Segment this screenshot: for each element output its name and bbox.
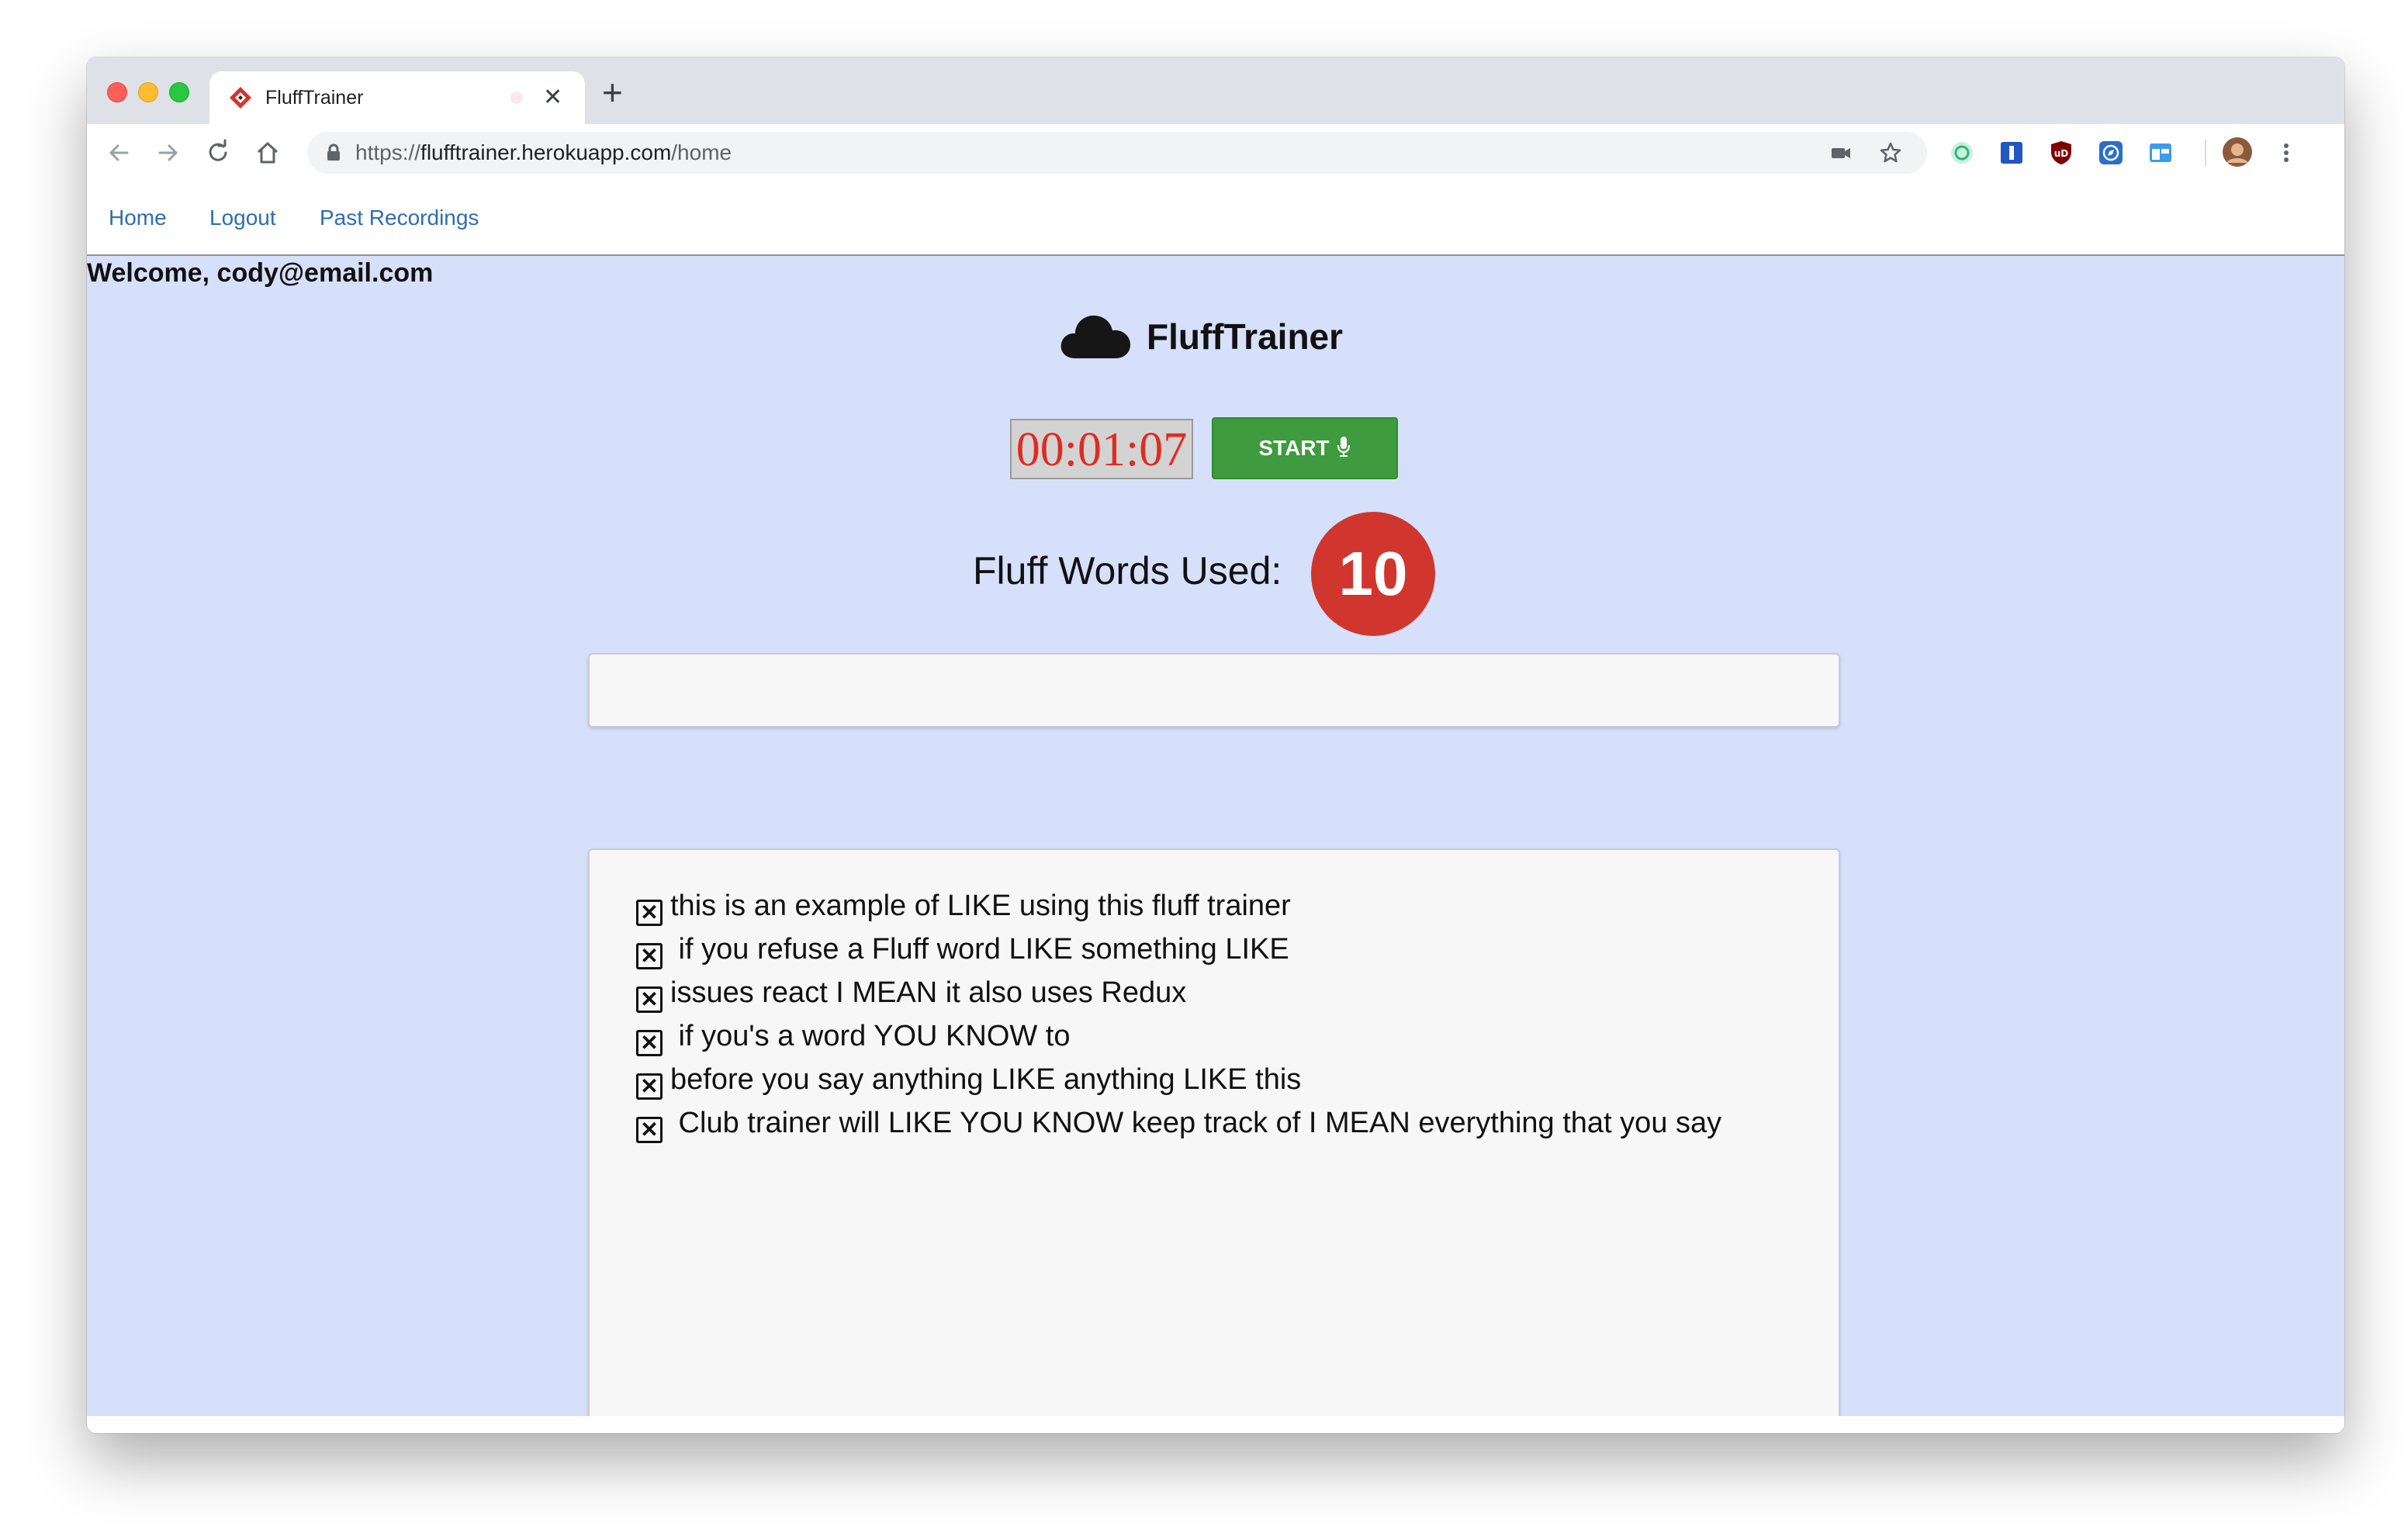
nav-logout-link[interactable]: Logout — [209, 205, 276, 231]
url-text: https://flufftrainer.herokuapp.com/home — [355, 140, 732, 165]
browser-toolbar: https://flufftrainer.herokuapp.com/home … — [87, 124, 2344, 183]
lock-icon — [327, 143, 340, 161]
profile-avatar[interactable] — [2222, 136, 2253, 168]
web-page: Home Logout Past Recordings Welcome, cod… — [87, 181, 2344, 1433]
tab-title: FluffTrainer — [265, 87, 364, 109]
welcome-message: Welcome, cody@email.com — [87, 258, 434, 288]
url-host: flufftrainer.herokuapp.com — [420, 140, 672, 164]
live-transcript-box — [588, 653, 1840, 727]
checkbox-x-icon: ✕ — [636, 986, 663, 1013]
transcript-item: ✕ Club trainer will LIKE YOU KNOW keep t… — [636, 1101, 1839, 1145]
transcript-item-text: if you's a word YOU KNOW to — [670, 1020, 1071, 1052]
recording-timer: 00:01:07 — [1010, 419, 1193, 479]
window-extension-icon[interactable] — [2147, 140, 2174, 166]
transcript-item: ✕ issues react I MEAN it also uses Redux — [636, 971, 1839, 1014]
tab-strip: FluffTrainer ✕ + — [87, 57, 2344, 124]
maximize-window-button[interactable] — [169, 82, 189, 102]
transcript-item: ✕ if you's a word YOU KNOW to — [636, 1014, 1839, 1058]
cloud-icon — [1060, 315, 1131, 358]
address-bar[interactable]: https://flufftrainer.herokuapp.com/home — [307, 132, 1927, 174]
transcript-item: ✕ before you say anything LIKE anything L… — [636, 1058, 1839, 1101]
transcript-item-text: if you refuse a Fluff word LIKE somethin… — [670, 933, 1289, 966]
checkbox-x-icon: ✕ — [636, 1030, 663, 1056]
back-icon[interactable] — [104, 138, 133, 168]
url-path: /home — [671, 140, 732, 164]
page-bottom-edge — [87, 1416, 2344, 1433]
home-icon[interactable] — [253, 138, 282, 168]
more-menu-icon[interactable] — [2273, 140, 2299, 166]
transcript-item: ✕ this is an example of LIKE using this f… — [636, 884, 1839, 928]
checkbox-x-icon: ✕ — [636, 943, 663, 969]
transcript-item-text: issues react I MEAN it also uses Redux — [670, 976, 1187, 1009]
fluff-words-label: Fluff Words Used: — [973, 549, 1282, 593]
bookmark-star-icon[interactable] — [1879, 141, 1902, 164]
reload-icon[interactable] — [203, 138, 233, 168]
checkbox-x-icon: ✕ — [636, 1073, 663, 1100]
toolbar-divider — [2205, 140, 2206, 166]
transcript-item-text: this is an example of LIKE using this fl… — [670, 890, 1291, 922]
camera-icon[interactable] — [1829, 141, 1853, 164]
transcript-item-text: Club trainer will LIKE YOU KNOW keep tra… — [670, 1107, 1722, 1139]
brand-title: FluffTrainer — [1147, 316, 1344, 357]
nav-past-recordings-link[interactable]: Past Recordings — [320, 205, 479, 231]
svg-text:uD: uD — [2054, 148, 2069, 159]
tab-close-icon[interactable]: ✕ — [543, 82, 562, 113]
browser-tab[interactable]: FluffTrainer ✕ — [209, 71, 585, 124]
fluff-count-badge: 10 — [1311, 512, 1435, 636]
media-indicator-icon — [510, 92, 523, 104]
checkbox-x-icon: ✕ — [636, 1117, 663, 1143]
start-recording-button[interactable]: START — [1212, 417, 1398, 479]
main-content: Welcome, cody@email.com FluffTrainer 00:… — [87, 256, 2344, 1433]
transcript-list: ✕ this is an example of LIKE using this f… — [588, 848, 1840, 1433]
forward-icon[interactable] — [154, 138, 183, 168]
transcript-item-text: before you say anything LIKE anything LI… — [670, 1063, 1302, 1096]
start-button-label: START — [1258, 436, 1330, 460]
extension-grammar-icon[interactable] — [1949, 140, 1975, 166]
new-tab-button[interactable]: + — [602, 73, 623, 112]
nav-home-link[interactable]: Home — [109, 205, 167, 231]
microphone-icon — [1337, 437, 1350, 457]
browser-window: FluffTrainer ✕ + https://flufftrainer.he… — [87, 57, 2344, 1433]
favicon-icon — [230, 87, 251, 109]
url-scheme: https:// — [355, 140, 421, 164]
close-window-button[interactable] — [107, 82, 127, 102]
minimize-window-button[interactable] — [138, 82, 158, 102]
ublock-shield-icon[interactable]: uD — [2048, 140, 2074, 166]
compass-extension-icon[interactable] — [2098, 140, 2124, 166]
transcript-item: ✕ if you refuse a Fluff word LIKE someth… — [636, 928, 1839, 971]
extension-bookmark-icon[interactable] — [1998, 140, 2025, 166]
app-navbar: Home Logout Past Recordings — [87, 181, 2344, 256]
checkbox-x-icon: ✕ — [636, 900, 663, 926]
